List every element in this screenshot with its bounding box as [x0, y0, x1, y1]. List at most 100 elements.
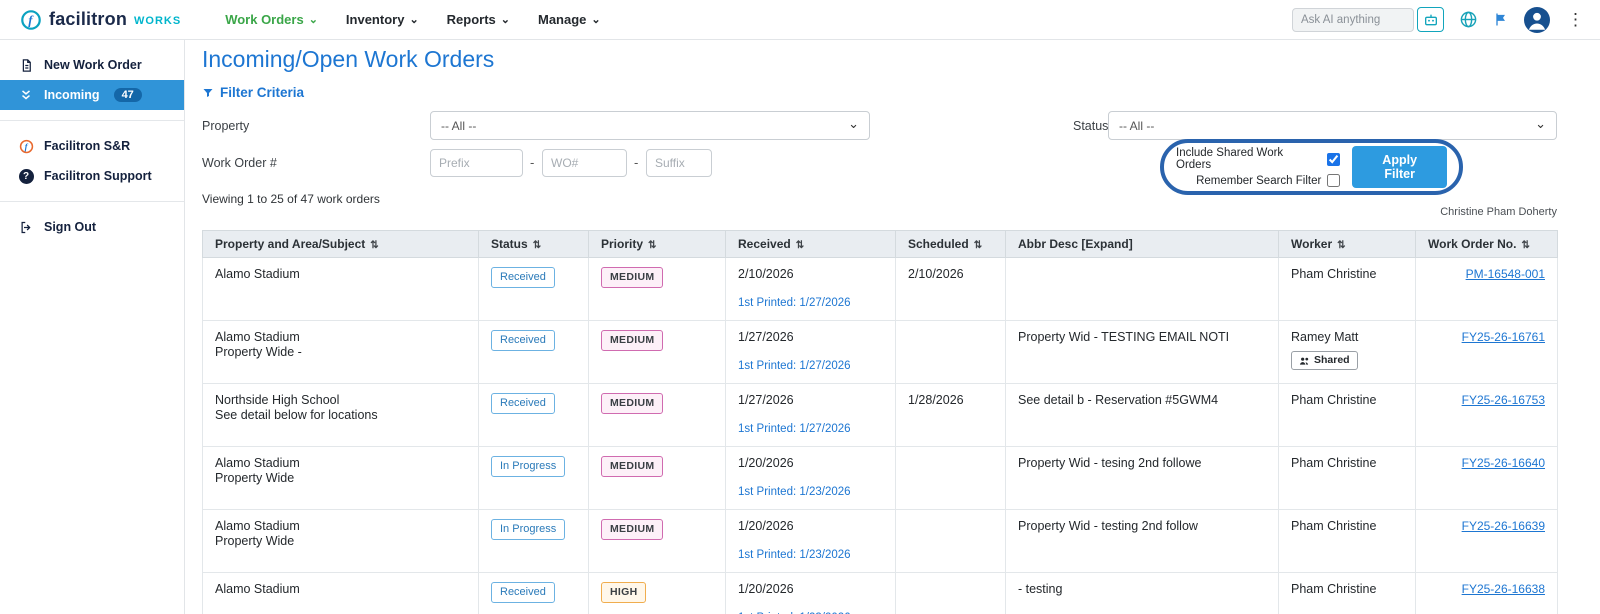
chevron-down-icon: ⌄: [500, 14, 510, 26]
property-label: Property: [202, 119, 250, 133]
nav-work-orders[interactable]: Work Orders ⌄: [225, 12, 318, 27]
col-header-property[interactable]: Property and Area/Subject ⇅: [202, 230, 479, 258]
sort-icon: ⇅: [795, 240, 805, 251]
remember-filter-checkbox[interactable]: [1327, 174, 1341, 187]
brand-suffix: WORKS: [134, 15, 182, 27]
col-header-scheduled[interactable]: Scheduled ⇅: [895, 230, 1006, 258]
topbar-right: ⋮: [1292, 6, 1586, 33]
work-order-number-label: Work Order #: [202, 156, 277, 170]
cell-worker: Pham Christine: [1278, 509, 1416, 573]
col-header-worker[interactable]: Worker ⇅: [1278, 230, 1416, 258]
col-header-priority[interactable]: Priority ⇅: [588, 230, 726, 258]
status-badge: Received: [491, 393, 555, 414]
topbar: f facilitron WORKS Work Orders ⌄ Invento…: [0, 0, 1600, 40]
first-printed: 1st Printed: 1/23/2026: [738, 486, 851, 498]
cell-scheduled: 1/28/2026: [895, 383, 1006, 447]
status-badge: In Progress: [491, 456, 566, 477]
cell-desc: - testing: [1005, 572, 1279, 614]
filter-checkboxes: Include Shared Work Orders Remember Sear…: [1176, 147, 1341, 187]
filter-criteria-toggle[interactable]: Filter Criteria: [202, 85, 304, 100]
suffix-input[interactable]: [646, 149, 712, 177]
cell-scheduled: [895, 320, 1006, 384]
nav-inventory[interactable]: Inventory ⌄: [346, 12, 419, 27]
cell-worker: Pham Christine: [1278, 257, 1416, 321]
col-header-abbr-desc[interactable]: Abbr Desc [Expand]: [1005, 230, 1279, 258]
sidebar: New Work Order Incoming 47 f Facilitron …: [0, 40, 185, 614]
wo-number-input[interactable]: [542, 149, 627, 177]
cell-received: 1/20/20261st Printed: 1/23/2026: [725, 572, 896, 614]
ask-ai-input[interactable]: [1292, 7, 1414, 32]
col-header-received[interactable]: Received ⇅: [725, 230, 896, 258]
table-row: Northside High School See detail below fo…: [202, 383, 1558, 447]
remember-filter-row: Remember Search Filter: [1196, 174, 1341, 187]
cell-received: 1/27/2026 1st Printed: 1/27/2026: [725, 383, 896, 447]
include-shared-label: Include Shared Work Orders: [1176, 147, 1284, 171]
sort-icon: ⇅: [532, 240, 542, 251]
col-header-work-order-no[interactable]: Work Order No. ⇅: [1415, 230, 1558, 258]
work-order-link[interactable]: FY25-26-16640: [1462, 456, 1545, 470]
prefix-input[interactable]: [430, 149, 523, 177]
work-orders-table: Property and Area/Subject ⇅ Status ⇅ Prior…: [202, 230, 1558, 614]
current-user-name: Christine Pham Doherty: [1440, 206, 1557, 218]
question-mark-icon: ?: [18, 168, 34, 184]
nav-reports[interactable]: Reports ⌄: [447, 12, 510, 27]
property-select[interactable]: -- All -- ⌄: [430, 111, 870, 140]
cell-desc: Property Wid - tesing 2nd followe: [1005, 446, 1279, 510]
work-order-link[interactable]: FY25-26-16753: [1462, 393, 1545, 407]
table-header-row: Property and Area/Subject ⇅ Status ⇅ Prior…: [202, 230, 1558, 258]
cell-status: Received: [478, 257, 589, 321]
sidebar-item-sign-out[interactable]: Sign Out: [0, 212, 184, 242]
cell-property: Alamo Stadium Property Wide: [202, 446, 479, 510]
cell-priority: MEDIUM: [588, 509, 726, 573]
sign-out-icon: [18, 220, 34, 235]
first-printed: 1st Printed: 1/27/2026: [738, 297, 851, 309]
cell-property: Alamo Stadium Property Wide -: [202, 320, 479, 384]
funnel-icon: [203, 88, 213, 97]
sidebar-item-facilitron-support[interactable]: ? Facilitron Support: [0, 161, 184, 191]
brand[interactable]: f facilitron WORKS: [20, 9, 181, 31]
nav-manage[interactable]: Manage ⌄: [538, 12, 601, 27]
table-row: Alamo Stadium Received MEDIUM 2/10/2026 1…: [202, 257, 1558, 321]
ask-ai-robot-button[interactable]: [1417, 7, 1444, 32]
cell-received: 1/27/2026 1st Printed: 1/27/2026: [725, 320, 896, 384]
sidebar-item-facilitron-sr[interactable]: f Facilitron S&R: [0, 131, 184, 161]
overflow-menu-icon[interactable]: ⋮: [1565, 11, 1586, 28]
table-row: Alamo Stadium Property Wide In Progress M…: [202, 509, 1558, 573]
col-header-status[interactable]: Status ⇅: [478, 230, 589, 258]
cell-property: Northside High School See detail below fo…: [202, 383, 479, 447]
apply-filter-button[interactable]: Apply Filter: [1352, 146, 1447, 188]
main-content: Incoming/Open Work Orders Filter Criteri…: [185, 40, 1600, 614]
chevron-down-icon: ⌄: [308, 14, 318, 26]
status-badge: Received: [491, 330, 555, 351]
work-order-link[interactable]: PM-16548-001: [1466, 267, 1545, 281]
incoming-count-badge: 47: [113, 88, 142, 102]
work-order-link[interactable]: FY25-26-16639: [1462, 519, 1545, 533]
sidebar-item-new-work-order[interactable]: New Work Order: [0, 50, 184, 80]
cell-received: 1/20/20261st Printed: 1/23/2026: [725, 509, 896, 573]
sidebar-item-incoming[interactable]: Incoming 47: [0, 80, 184, 110]
priority-badge: MEDIUM: [601, 330, 664, 351]
status-select[interactable]: -- All -- ⌄: [1108, 111, 1557, 140]
status-label: Status: [1073, 119, 1109, 133]
user-avatar[interactable]: [1524, 6, 1550, 33]
status-badge: In Progress: [491, 519, 566, 540]
work-order-link[interactable]: FY25-26-16638: [1462, 582, 1545, 596]
globe-icon[interactable]: [1459, 10, 1478, 29]
sort-icon: ⇅: [973, 240, 983, 251]
cell-status: Received: [478, 572, 589, 614]
highlight-annotation: Include Shared Work Orders Remember Sear…: [1160, 139, 1463, 195]
cell-priority: MEDIUM: [588, 320, 726, 384]
document-icon: [18, 58, 34, 73]
work-order-link[interactable]: FY25-26-16761: [1462, 330, 1545, 344]
viewing-summary: Viewing 1 to 25 of 47 work orders: [202, 192, 380, 206]
top-nav: Work Orders ⌄ Inventory ⌄ Reports ⌄ Mana…: [225, 12, 600, 27]
cell-property: Alamo Stadium: [202, 257, 479, 321]
priority-badge: HIGH: [601, 582, 647, 603]
flag-icon[interactable]: [1493, 11, 1509, 28]
cell-status: Received: [478, 383, 589, 447]
include-shared-checkbox[interactable]: [1327, 152, 1341, 166]
facilitron-logo-icon: f: [20, 9, 42, 31]
svg-text:f: f: [28, 13, 34, 27]
sort-icon: ⇅: [648, 240, 657, 251]
cell-priority: HIGH: [588, 572, 726, 614]
